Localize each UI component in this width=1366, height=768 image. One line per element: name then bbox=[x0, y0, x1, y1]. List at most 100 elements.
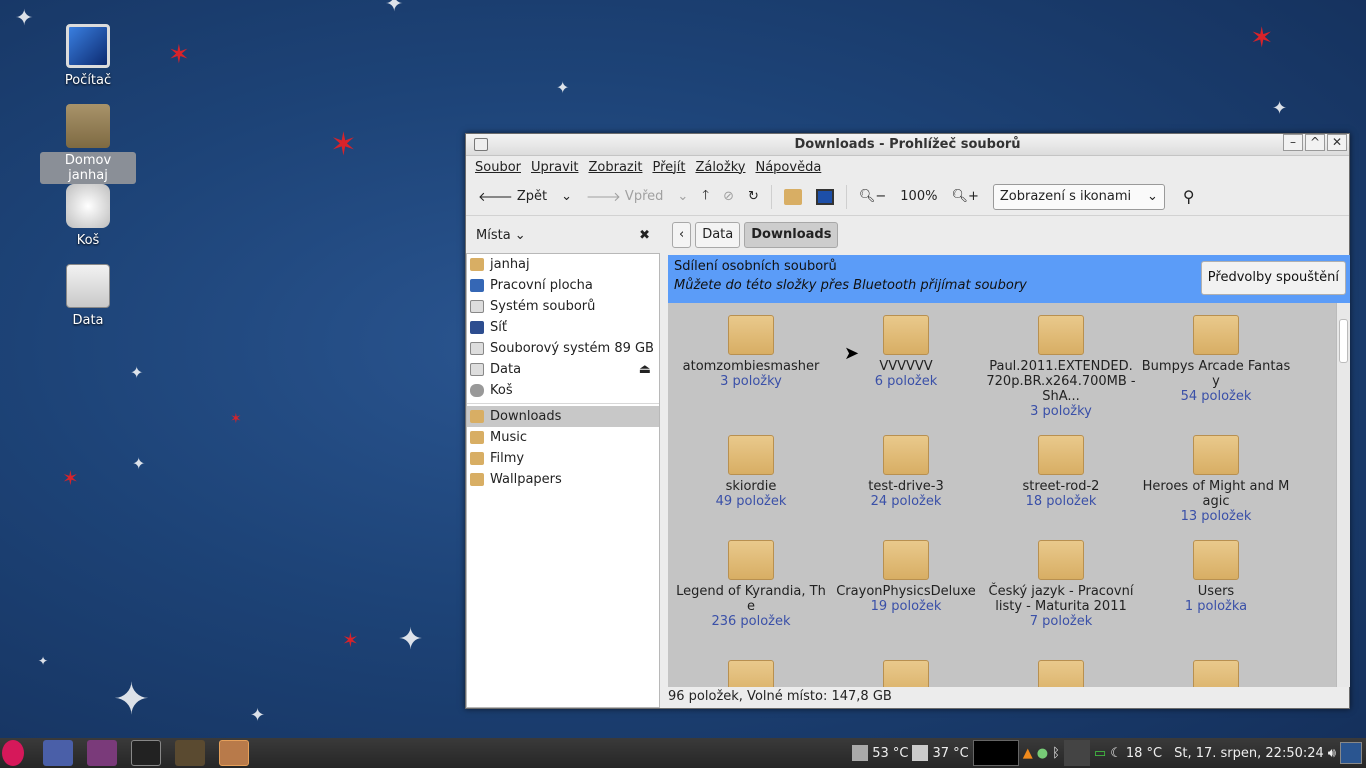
star-decoration: ✦ bbox=[113, 674, 150, 725]
sidebar-item-network[interactable]: Síť bbox=[467, 317, 659, 338]
sidebar-item-wallpapers[interactable]: Wallpapers bbox=[467, 469, 659, 490]
sidebar-item-home[interactable]: janhaj bbox=[467, 254, 659, 275]
drive-icon bbox=[470, 300, 484, 313]
close-sidebar-icon[interactable]: ✖ bbox=[639, 228, 650, 243]
star-decoration: ✦ bbox=[130, 363, 144, 382]
computer-button[interactable] bbox=[810, 186, 840, 208]
vertical-scrollbar[interactable] bbox=[1336, 303, 1350, 687]
sidebar-item-volume[interactable]: Souborový systém 89 GB bbox=[467, 338, 659, 359]
menu-go[interactable]: Přejít bbox=[647, 160, 690, 175]
menu-bookmarks[interactable]: Záložky bbox=[690, 160, 750, 175]
folder-item[interactable] bbox=[1141, 660, 1291, 687]
desktop-icon-home[interactable]: Domov janhaj bbox=[40, 104, 136, 184]
folder-item[interactable]: Bumpys Arcade Fantasy 54 položek bbox=[1141, 315, 1291, 404]
desktop-icon-data[interactable]: Data bbox=[40, 264, 136, 329]
music-folder-icon bbox=[470, 431, 484, 444]
star-decoration: ✶ bbox=[168, 40, 190, 70]
sidebar-item-filesystem[interactable]: Systém souborů bbox=[467, 296, 659, 317]
close-button[interactable]: ✕ bbox=[1327, 134, 1347, 151]
file-manager-task-icon[interactable] bbox=[219, 740, 249, 766]
folder-name: Bumpys Arcade Fantasy bbox=[1141, 359, 1291, 389]
minimize-button[interactable]: – bbox=[1283, 134, 1303, 151]
video-launcher-icon[interactable] bbox=[175, 740, 205, 766]
search-button[interactable]: ⚲ bbox=[1177, 184, 1201, 209]
back-button[interactable]: 🡐 Zpět bbox=[472, 186, 553, 208]
desktop-icon-computer[interactable]: Počítač bbox=[40, 24, 136, 89]
sidebar-item-filmy[interactable]: Filmy bbox=[467, 448, 659, 469]
vlc-icon[interactable]: ▲ bbox=[1023, 746, 1033, 761]
folder-item[interactable]: skiordie 49 položek bbox=[676, 435, 826, 509]
weather-moon-icon: ☾ bbox=[1110, 745, 1122, 761]
terminal-launcher-icon[interactable] bbox=[131, 740, 161, 766]
sidebar-item-label: Pracovní plocha bbox=[490, 278, 593, 293]
toolbar: 🡐 Zpět ⌄ 🡒 Vpřed ⌄ 🡑 ⊘ ↻ 🔍︎− 100% 🔍︎+ Zobr… bbox=[466, 178, 1349, 216]
sidebar-item-desktop[interactable]: Pracovní plocha bbox=[467, 275, 659, 296]
zoom-in-button[interactable]: 🔍︎+ bbox=[945, 186, 984, 207]
folder-item[interactable] bbox=[986, 660, 1136, 687]
network-icon bbox=[470, 321, 484, 334]
weather-temp[interactable]: 18 °C bbox=[1126, 746, 1162, 761]
folder-icon bbox=[1193, 315, 1239, 355]
show-desktop-icon[interactable] bbox=[1340, 742, 1362, 764]
folder-item[interactable] bbox=[831, 660, 981, 687]
path-item-downloads[interactable]: Downloads bbox=[744, 222, 839, 248]
view-mode-select[interactable]: Zobrazení s ikonami ⌄ bbox=[992, 183, 1165, 210]
pen-icon[interactable] bbox=[1063, 740, 1090, 766]
debian-menu-icon[interactable] bbox=[2, 740, 24, 766]
sidebar-item-music[interactable]: Music bbox=[467, 427, 659, 448]
sidebar-header[interactable]: Místa ⌄ bbox=[476, 228, 526, 243]
eject-icon[interactable]: ⏏ bbox=[639, 362, 651, 377]
menu-help[interactable]: Nápověda bbox=[750, 160, 826, 175]
forward-history-dropdown[interactable]: ⌄ bbox=[671, 186, 694, 207]
browser-launcher-icon[interactable] bbox=[43, 740, 73, 766]
folder-item[interactable]: Český jazyk - Pracovní listy - Maturita … bbox=[986, 540, 1136, 629]
folder-item[interactable]: street-rod-2 18 položek bbox=[986, 435, 1136, 509]
title-bar[interactable]: Downloads - Prohlížeč souborů – ^ ✕ bbox=[466, 134, 1349, 156]
taskbar: 53 °C 37 °C ▲ ● ᛒ ▭ ☾ 18 °C St, 17. srpe… bbox=[0, 738, 1366, 768]
folder-icon bbox=[470, 473, 484, 486]
desktop-icon-label: Domov janhaj bbox=[40, 152, 136, 184]
folder-item[interactable]: Users 1 položka bbox=[1141, 540, 1291, 614]
folder-item[interactable]: CrayonPhysicsDeluxe 19 položek bbox=[831, 540, 981, 614]
up-button[interactable]: 🡑 bbox=[696, 183, 715, 211]
zoom-out-button[interactable]: 🔍︎− bbox=[853, 186, 892, 207]
folder-item[interactable]: Paul.2011.EXTENDED.720p.BR.x264.700MB - … bbox=[986, 315, 1136, 419]
desktop-icon-trash[interactable]: Koš bbox=[40, 184, 136, 249]
clock[interactable]: St, 17. srpen, 22:50:24 bbox=[1174, 746, 1324, 761]
sidebar-item-downloads[interactable]: Downloads bbox=[467, 406, 659, 427]
maximize-button[interactable]: ^ bbox=[1305, 134, 1325, 151]
folder-count: 6 položek bbox=[874, 374, 938, 389]
menu-file[interactable]: Soubor bbox=[470, 160, 526, 175]
star-decoration: ✶ bbox=[330, 125, 357, 163]
folder-item[interactable]: Legend of Kyrandia, The 236 položek bbox=[676, 540, 826, 629]
volume-icon[interactable]: 🔊︎ bbox=[1328, 746, 1336, 761]
menu-view[interactable]: Zobrazit bbox=[583, 160, 647, 175]
folder-name: Users bbox=[1197, 584, 1235, 599]
sidebar-item-data[interactable]: Data ⏏ bbox=[467, 359, 659, 380]
back-history-dropdown[interactable]: ⌄ bbox=[555, 186, 578, 207]
stop-button[interactable]: ⊘ bbox=[717, 186, 740, 207]
path-item-data[interactable]: Data bbox=[695, 222, 741, 248]
folder-item[interactable]: atomzombiesmasher 3 položky bbox=[676, 315, 826, 389]
network-icon[interactable]: ● bbox=[1037, 746, 1048, 761]
folder-item[interactable]: Heroes of Might and Magic 13 položek bbox=[1141, 435, 1291, 524]
file-manager-window: Downloads - Prohlížeč souborů – ^ ✕ Soub… bbox=[465, 133, 1350, 709]
cpu-temp: 53 °C bbox=[872, 745, 909, 761]
sidebar-divider bbox=[467, 403, 659, 404]
home-button[interactable] bbox=[778, 186, 808, 208]
launch-preferences-button[interactable]: Předvolby spouštění bbox=[1200, 261, 1346, 295]
menu-edit[interactable]: Upravit bbox=[526, 160, 583, 175]
sidebar-item-trash[interactable]: Koš bbox=[467, 380, 659, 401]
folder-item[interactable] bbox=[676, 660, 826, 687]
forward-button[interactable]: 🡒 Vpřed bbox=[580, 186, 669, 208]
bluetooth-icon[interactable]: ᛒ bbox=[1052, 746, 1060, 761]
zoom-level[interactable]: 100% bbox=[894, 186, 943, 207]
drive-icon bbox=[470, 342, 484, 355]
battery-icon[interactable]: ▭ bbox=[1094, 746, 1106, 761]
cpu-graph[interactable] bbox=[972, 740, 1019, 766]
reload-button[interactable]: ↻ bbox=[742, 186, 765, 207]
path-back-button[interactable]: ‹ bbox=[672, 222, 692, 248]
folder-item[interactable]: test-drive-3 24 položek bbox=[831, 435, 981, 509]
music-player-launcher-icon[interactable] bbox=[87, 740, 117, 766]
scrollbar-thumb[interactable] bbox=[1339, 319, 1348, 363]
